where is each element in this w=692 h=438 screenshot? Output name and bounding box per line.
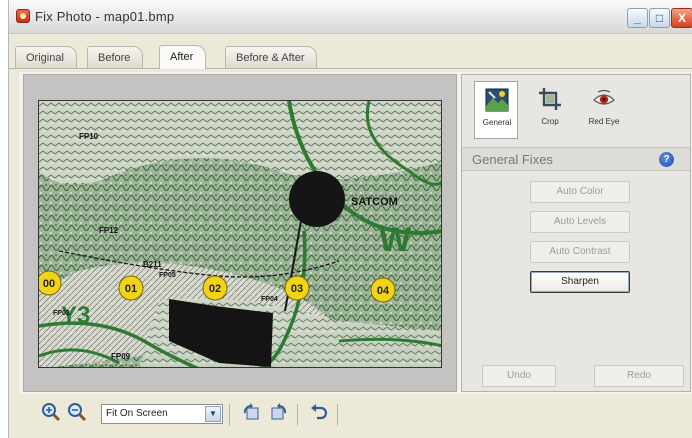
marker-01: 01 [125,283,137,295]
red-eye-icon [593,89,615,105]
undo-button[interactable]: Undo [482,365,556,387]
tool-crop[interactable]: Crop [528,81,572,139]
redo-button[interactable]: Redo [594,365,684,387]
map-label-b211: B211 [143,260,162,269]
auto-color-button[interactable]: Auto Color [530,181,630,203]
map-label-w: W [379,221,412,259]
marker-00: 00 [43,278,55,290]
view-tabs: Original Before After Before & After [9,45,692,70]
fix-panel: General Crop Red Eye General Fixes ? Aut… [461,74,691,392]
minimize-button[interactable]: _ [627,8,648,28]
tab-divider [9,68,692,69]
bottom-toolbar: Fit On Screen ▼ [19,396,692,432]
tool-crop-label: Crop [541,117,559,126]
tab-before-after[interactable]: Before & After [225,46,318,68]
title-bar: Fix Photo - map01.bmp _ □ X [9,0,692,34]
toolbar-separator [229,404,230,426]
map-image: 00 01 02 03 04 SATCOM W Y3 FP10 FP12 B21… [39,101,441,367]
maximize-button[interactable]: □ [649,8,670,28]
map-label-fp10: FP10 [79,132,99,141]
toolbar-separator [297,404,298,426]
marker-04: 04 [377,285,390,297]
map-photo: 00 01 02 03 04 SATCOM W Y3 FP10 FP12 B21… [38,100,442,368]
crop-icon [539,88,561,110]
tab-original[interactable]: Original [15,46,77,68]
marker-02: 02 [209,283,221,295]
map-label-satcom: SATCOM [351,196,398,208]
help-icon[interactable]: ? [659,152,674,167]
general-icon [485,88,509,112]
window-title: Fix Photo - map01.bmp [35,9,175,24]
map-label-fp12: FP12 [99,226,119,235]
undo-arrow-icon[interactable] [309,402,329,422]
auto-levels-button[interactable]: Auto Levels [530,211,630,233]
section-title: General Fixes [472,152,553,167]
map-label-fp05: FP05 [159,272,176,279]
general-fixes-header: General Fixes ? [462,147,690,171]
tool-red-eye[interactable]: Red Eye [582,81,626,139]
tool-red-eye-label: Red Eye [588,117,620,126]
zoom-select-value: Fit On Screen [106,408,168,419]
map-label-fp04: FP04 [261,296,278,303]
photo-preview-area: 00 01 02 03 04 SATCOM W Y3 FP10 FP12 B21… [23,74,457,392]
tool-selector: General Crop Red Eye [472,81,682,147]
app-icon [16,9,30,23]
zoom-in-icon[interactable] [41,402,61,422]
close-button[interactable]: X [671,8,692,28]
fix-photo-window: Fix Photo - map01.bmp _ □ X Original Bef… [8,0,692,438]
rotate-left-icon[interactable] [241,402,261,422]
map-label-fp09: FP09 [111,352,131,361]
tool-general-label: General [482,118,512,127]
tool-general[interactable]: General [474,81,518,139]
toolbar-separator [337,404,338,426]
zoom-select[interactable]: Fit On Screen ▼ [101,404,223,424]
auto-contrast-button[interactable]: Auto Contrast [530,241,630,263]
tab-before[interactable]: Before [87,46,144,68]
marker-03: 03 [291,283,303,295]
rotate-right-icon[interactable] [269,402,289,422]
zoom-out-icon[interactable] [67,402,87,422]
map-label-fp03: FP03 [53,310,70,317]
tab-after[interactable]: After [159,45,207,69]
sharpen-button[interactable]: Sharpen [530,271,630,293]
chevron-down-icon[interactable]: ▼ [205,406,221,422]
